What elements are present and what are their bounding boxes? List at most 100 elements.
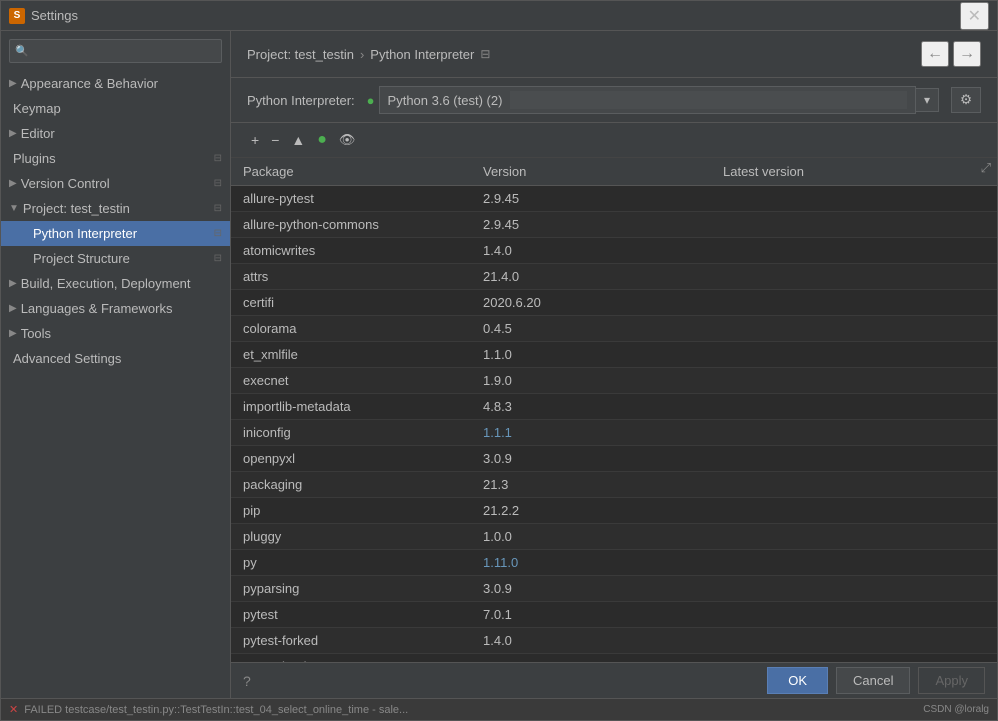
package-version: 7.0.1 <box>471 602 711 627</box>
package-version: 3.1.1 <box>471 654 711 662</box>
table-row[interactable]: iniconfig1.1.1 <box>231 420 997 446</box>
apply-button[interactable]: Apply <box>918 667 985 694</box>
sidebar-item-build[interactable]: ▶ Build, Execution, Deployment <box>1 271 230 296</box>
package-name: et_xmlfile <box>231 342 471 367</box>
sidebar-item-label: Project: test_testin <box>23 201 130 216</box>
table-body: allure-pytest2.9.45allure-python-commons… <box>231 186 997 662</box>
table-row[interactable]: pytest-forked1.4.0 <box>231 628 997 654</box>
package-name: allure-pytest <box>231 186 471 211</box>
sidebar-item-version-control[interactable]: ▶ Version Control ⊟ <box>1 171 230 196</box>
arrow-icon: ▶ <box>9 303 17 314</box>
status-bar: ✕ FAILED testcase/test_testin.py::TestTe… <box>1 698 997 720</box>
package-latest <box>711 342 997 367</box>
package-latest <box>711 654 997 662</box>
refresh-button[interactable]: ● <box>313 129 331 151</box>
interpreter-settings-button[interactable]: ⚙ <box>951 87 981 113</box>
help-button[interactable]: ? <box>243 673 251 689</box>
package-latest <box>711 446 997 471</box>
table-row[interactable]: colorama0.4.5 <box>231 316 997 342</box>
window-title: Settings <box>31 8 960 23</box>
package-name: packaging <box>231 472 471 497</box>
breadcrumb-project: Project: test_testin <box>247 47 354 62</box>
sidebar-item-label: Build, Execution, Deployment <box>21 276 191 291</box>
sidebar-item-project-structure[interactable]: Project Structure ⊟ <box>1 246 230 271</box>
package-name: pytest-html <box>231 654 471 662</box>
source-attribution: CSDN @loralg <box>923 704 989 715</box>
breadcrumb-current: Python Interpreter <box>370 47 474 62</box>
package-version: 1.9.0 <box>471 368 711 393</box>
table-row[interactable]: packaging21.3 <box>231 472 997 498</box>
table-row[interactable]: openpyxl3.0.9 <box>231 446 997 472</box>
sidebar-item-keymap[interactable]: Keymap <box>1 96 230 121</box>
package-latest <box>711 498 997 523</box>
table-row[interactable]: py1.11.0 <box>231 550 997 576</box>
add-package-button[interactable]: + <box>247 130 263 150</box>
table-row[interactable]: et_xmlfile1.1.0 <box>231 342 997 368</box>
table-row[interactable]: importlib-metadata4.8.3 <box>231 394 997 420</box>
search-input[interactable] <box>9 39 222 63</box>
package-latest <box>711 394 997 419</box>
breadcrumb-bar: Project: test_testin › Python Interprete… <box>231 31 997 78</box>
interpreter-blur-area <box>510 91 907 109</box>
table-row[interactable]: allure-python-commons2.9.45 <box>231 212 997 238</box>
package-name: attrs <box>231 264 471 289</box>
remove-package-button[interactable]: − <box>267 130 283 150</box>
package-version: 3.0.9 <box>471 446 711 471</box>
package-latest <box>711 238 997 263</box>
table-row[interactable]: atomicwrites1.4.0 <box>231 238 997 264</box>
right-panel: Project: test_testin › Python Interprete… <box>231 31 997 698</box>
settings-window: S Settings ✕ 🔍 ▶ Appearance & Behavior K… <box>0 0 998 721</box>
sidebar-item-label: Advanced Settings <box>13 351 121 366</box>
cancel-button[interactable]: Cancel <box>836 667 910 694</box>
close-button[interactable]: ✕ <box>960 2 989 30</box>
sidebar-item-languages[interactable]: ▶ Languages & Frameworks <box>1 296 230 321</box>
sidebar-item-label: Python Interpreter <box>33 226 137 241</box>
title-bar: S Settings ✕ <box>1 1 997 31</box>
table-row[interactable]: allure-pytest2.9.45 <box>231 186 997 212</box>
package-version: 21.2.2 <box>471 498 711 523</box>
interpreter-bar: Python Interpreter: ● Python 3.6 (test) … <box>231 78 997 123</box>
nav-back-button[interactable]: ← <box>921 41 949 67</box>
sidebar-item-label: Appearance & Behavior <box>21 76 158 91</box>
table-row[interactable]: pytest7.0.1 <box>231 602 997 628</box>
sidebar-item-python-interpreter[interactable]: Python Interpreter ⊟ <box>1 221 230 246</box>
sidebar-item-appearance[interactable]: ▶ Appearance & Behavior <box>1 71 230 96</box>
bottom-bar: ? OK Cancel Apply <box>231 662 997 698</box>
package-latest <box>711 186 997 211</box>
up-button[interactable]: ▲ <box>287 130 309 150</box>
package-version: 21.4.0 <box>471 264 711 289</box>
table-row[interactable]: pytest-html3.1.1 <box>231 654 997 662</box>
sidebar-item-editor[interactable]: ▶ Editor <box>1 121 230 146</box>
interpreter-dropdown-button[interactable]: ▾ <box>916 88 939 112</box>
package-version: 4.8.3 <box>471 394 711 419</box>
table-row[interactable]: certifi2020.6.20 <box>231 290 997 316</box>
table-row[interactable]: pip21.2.2 <box>231 498 997 524</box>
nav-forward-button[interactable]: → <box>953 41 981 67</box>
table-row[interactable]: execnet1.9.0 <box>231 368 997 394</box>
table-header: Package Version Latest version ⤢ <box>231 158 997 186</box>
interpreter-label: Python Interpreter: <box>247 93 355 108</box>
header-version: Version <box>471 158 711 185</box>
sidebar-item-plugins[interactable]: Plugins ⊟ <box>1 146 230 171</box>
sidebar-item-advanced[interactable]: Advanced Settings <box>1 346 230 371</box>
status-text: FAILED testcase/test_testin.py::TestTest… <box>24 704 408 716</box>
ok-button[interactable]: OK <box>767 667 828 694</box>
interpreter-value[interactable]: Python 3.6 (test) (2) <box>379 86 916 114</box>
sidebar-item-project[interactable]: ▼ Project: test_testin ⊟ <box>1 196 230 221</box>
table-row[interactable]: attrs21.4.0 <box>231 264 997 290</box>
status-error-icon: ✕ <box>9 703 18 716</box>
expand-icon[interactable]: ⤢ <box>975 158 997 185</box>
table-row[interactable]: pyparsing3.0.9 <box>231 576 997 602</box>
arrow-icon: ▼ <box>9 203 19 214</box>
table-row[interactable]: pluggy1.0.0 <box>231 524 997 550</box>
sidebar-item-label: Plugins <box>13 151 56 166</box>
package-name: certifi <box>231 290 471 315</box>
package-latest <box>711 290 997 315</box>
search-icon: 🔍 <box>15 45 29 58</box>
sidebar-item-tools[interactable]: ▶ Tools <box>1 321 230 346</box>
package-name: atomicwrites <box>231 238 471 263</box>
eye-button[interactable]: 👁 <box>335 130 360 150</box>
arrow-icon: ▶ <box>9 78 17 89</box>
package-latest <box>711 212 997 237</box>
package-toolbar: + − ▲ ● 👁 <box>231 123 997 158</box>
